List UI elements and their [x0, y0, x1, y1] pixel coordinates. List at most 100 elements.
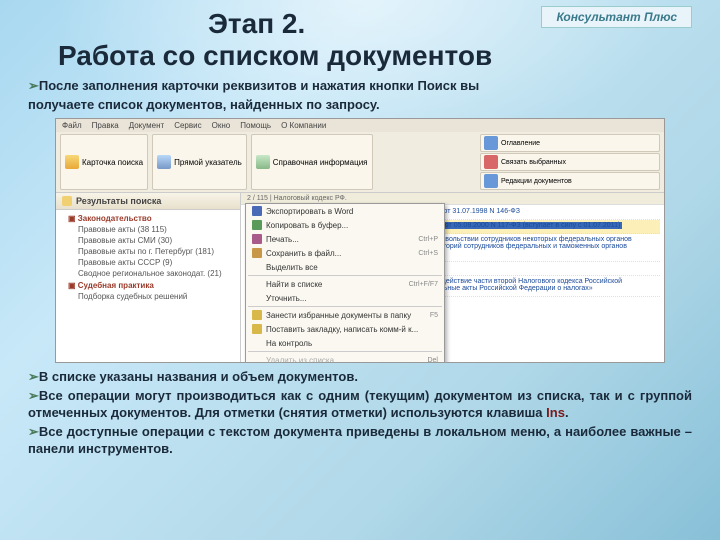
blank-icon: [252, 338, 262, 348]
ctx-print[interactable]: Печать... Ctrl+P: [246, 232, 444, 246]
bullet-2: В списке указаны названия и объем докуме…: [39, 369, 358, 384]
bullet-3a: Все операции могут производиться как с о…: [28, 388, 692, 420]
ctx-label: Копировать в буфер...: [266, 221, 438, 230]
ctx-bookmark[interactable]: Поставить закладку, написать комм-й к...: [246, 322, 444, 336]
tb-direct-index[interactable]: Прямой указатель: [152, 134, 247, 190]
menubar: Файл Правка Документ Сервис Окно Помощь …: [56, 119, 664, 132]
blank-icon: [252, 355, 262, 362]
tb-search-card[interactable]: Карточка поиска: [60, 134, 148, 190]
blank-icon: [252, 262, 262, 272]
tb-outline[interactable]: Оглавление: [480, 134, 660, 152]
folder-icon: [157, 155, 171, 169]
ctx-label: Выделить все: [266, 263, 438, 272]
context-menu: Экспортировать в Word Копировать в буфер…: [245, 203, 445, 362]
tree-item[interactable]: Правовые акты СССР (9): [60, 257, 236, 268]
tree-group-judicial[interactable]: ▣ Судебная практика: [60, 279, 236, 291]
editions-icon: [484, 174, 498, 188]
ctx-shortcut: F5: [430, 312, 438, 319]
bullet-3c: .: [565, 405, 569, 420]
folder-icon: [252, 310, 262, 320]
menu-about[interactable]: О Компании: [281, 121, 326, 130]
tb-link[interactable]: Связать выбранных: [480, 153, 660, 171]
title-main: Работа со списком документов: [58, 40, 492, 71]
word-icon: [252, 206, 262, 216]
bullet-icon: ➢: [28, 388, 39, 403]
bullet-icon: ➢: [28, 78, 39, 93]
ctx-refine[interactable]: Уточнить...: [246, 291, 444, 305]
bookmark-icon: [252, 324, 262, 334]
results-title: Результаты поиска: [76, 196, 161, 206]
results-header: Результаты поиска: [56, 193, 240, 210]
print-icon: [252, 234, 262, 244]
ctx-find[interactable]: Найти в списке Ctrl+F/F7: [246, 277, 444, 291]
ctx-label: Поставить закладку, написать комм-й к...: [266, 325, 438, 334]
ctx-label: На контроль: [266, 339, 438, 348]
tb-editions[interactable]: Редакции документов: [480, 172, 660, 190]
tree-item[interactable]: Сводное региональное законодат. (21): [60, 268, 236, 279]
link-icon: [484, 155, 498, 169]
ctx-label: Сохранить в файл...: [266, 249, 410, 258]
copy-icon: [252, 220, 262, 230]
doc-icon: [256, 155, 270, 169]
document-list-pane: 2 / 115 | Налоговый кодекс РФ. «Налоговы…: [241, 193, 664, 362]
ctx-export-word[interactable]: Экспортировать в Word: [246, 204, 444, 218]
blank-icon: [252, 293, 262, 303]
blank-icon: [252, 279, 262, 289]
ctx-shortcut: Ctrl+F/F7: [409, 281, 438, 288]
tb-label: Справочная информация: [273, 158, 368, 167]
bullet-1-line1: После заполнения карточки реквизитов и н…: [39, 78, 479, 93]
ctx-add-folder[interactable]: Занести избранные документы в папку F5: [246, 308, 444, 322]
ctx-label: Удалить из списка: [266, 356, 419, 363]
tree-item[interactable]: Правовые акты (38 115): [60, 224, 236, 235]
ctx-label: Печать...: [266, 235, 410, 244]
tb-label: Прямой указатель: [174, 158, 242, 167]
ctx-save[interactable]: Сохранить в файл... Ctrl+S: [246, 246, 444, 260]
ctx-control[interactable]: На контроль: [246, 336, 444, 350]
separator: [248, 275, 442, 276]
tree-group-legislation[interactable]: ▣ Законодательство: [60, 212, 236, 224]
tree-group-label: Законодательство: [78, 214, 152, 223]
menu-window[interactable]: Окно: [212, 121, 231, 130]
menu-help[interactable]: Помощь: [240, 121, 271, 130]
tb-reference[interactable]: Справочная информация: [251, 134, 373, 190]
tb-label: Связать выбранных: [501, 159, 566, 166]
results-icon: [62, 196, 72, 206]
ctx-label: Найти в списке: [266, 280, 401, 289]
outro-bullets: ➢В списке указаны названия и объем докум…: [28, 369, 692, 457]
tree-group-label: Судебная практика: [78, 281, 154, 290]
menu-edit[interactable]: Правка: [92, 121, 119, 130]
bullet-4: Все доступные операции с текстом докумен…: [28, 424, 692, 456]
menu-service[interactable]: Сервис: [174, 121, 201, 130]
bullet-1-line2: получаете список документов, найденных п…: [28, 97, 380, 112]
tb-label: Оглавление: [501, 140, 540, 147]
bullet-icon: ➢: [28, 369, 39, 384]
ins-key: Ins: [546, 405, 565, 420]
ctx-label: Экспортировать в Word: [266, 207, 438, 216]
separator: [248, 306, 442, 307]
ctx-delete[interactable]: Удалить из списка Del: [246, 353, 444, 362]
ctx-shortcut: Ctrl+P: [418, 236, 438, 243]
sidebar: Результаты поиска ▣ Законодательство Пра…: [56, 193, 241, 362]
tb-label: Редакции документов: [501, 178, 572, 185]
tree-item[interactable]: Правовые акты по г. Петербург (181): [60, 246, 236, 257]
search-icon: [65, 155, 79, 169]
ctx-label: Уточнить...: [266, 294, 438, 303]
toolbar: Карточка поиска Прямой указатель Справоч…: [56, 132, 664, 193]
separator: [248, 351, 442, 352]
tree-item[interactable]: Правовые акты СМИ (30): [60, 235, 236, 246]
ctx-label: Занести избранные документы в папку: [266, 311, 422, 320]
ctx-copy[interactable]: Копировать в буфер...: [246, 218, 444, 232]
tree-item[interactable]: Подборка судебных решений: [60, 291, 236, 302]
intro-bullets: ➢После заполнения карточки реквизитов и …: [28, 78, 692, 114]
save-icon: [252, 248, 262, 258]
list-icon: [484, 136, 498, 150]
ctx-shortcut: Del: [427, 357, 438, 363]
menu-file[interactable]: Файл: [62, 121, 82, 130]
brand-badge: Консультант Плюс: [541, 6, 692, 28]
ctx-shortcut: Ctrl+S: [418, 250, 438, 257]
tb-label: Карточка поиска: [82, 158, 143, 167]
bullet-icon: ➢: [28, 424, 39, 439]
app-screenshot: Файл Правка Документ Сервис Окно Помощь …: [55, 118, 665, 363]
menu-document[interactable]: Документ: [129, 121, 165, 130]
ctx-select-all[interactable]: Выделить все: [246, 260, 444, 274]
